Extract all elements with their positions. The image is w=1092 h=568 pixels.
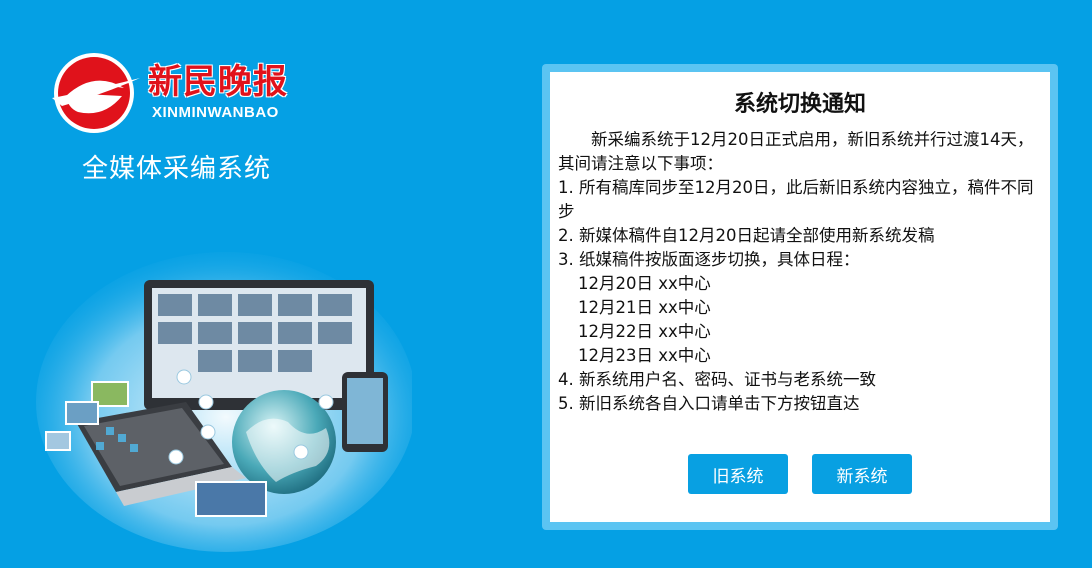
brand-name-cn: 新民晚报	[148, 62, 288, 102]
logo: 新民晚报 XINMINWANBAO	[44, 48, 304, 138]
notice-item: 4. 新系统用户名、密码、证书与老系统一致	[558, 370, 876, 389]
system-name: 全媒体采编系统	[82, 154, 272, 184]
old-system-button[interactable]: 旧系统	[688, 454, 788, 494]
brand-name-en: XINMINWANBAO	[152, 104, 279, 121]
xinmin-logo-icon	[52, 53, 140, 133]
new-system-button[interactable]: 新系统	[812, 454, 912, 494]
notice-panel: 系统切换通知 新采编系统于12月20日正式启用，新旧系统并行过渡14天，其间请注…	[550, 72, 1050, 522]
schedule-entry: 12月22日 xx中心	[578, 322, 711, 341]
notice-intro: 新采编系统于12月20日正式启用，新旧系统并行过渡14天，其间请注意以下事项：	[558, 130, 1034, 173]
schedule-entry: 12月21日 xx中心	[578, 298, 711, 317]
notice-item: 2. 新媒体稿件自12月20日起请全部使用新系统发稿	[558, 226, 935, 245]
notice-item: 5. 新旧系统各自入口请单击下方按钮直达	[558, 394, 860, 413]
notice-title: 系统切换通知	[733, 92, 866, 117]
notice-body: 新采编系统于12月20日正式启用，新旧系统并行过渡14天，其间请注意以下事项： …	[558, 128, 1042, 416]
media-devices-illustration	[36, 252, 412, 552]
notice-panel-frame: 系统切换通知 新采编系统于12月20日正式启用，新旧系统并行过渡14天，其间请注…	[542, 64, 1058, 530]
notice-item: 3. 纸媒稿件按版面逐步切换，具体日程：	[558, 250, 860, 269]
schedule-entry: 12月23日 xx中心	[578, 346, 711, 365]
schedule-entry: 12月20日 xx中心	[578, 274, 711, 293]
notice-item: 1. 所有稿库同步至12月20日，此后新旧系统内容独立，稿件不同步	[558, 178, 1034, 221]
